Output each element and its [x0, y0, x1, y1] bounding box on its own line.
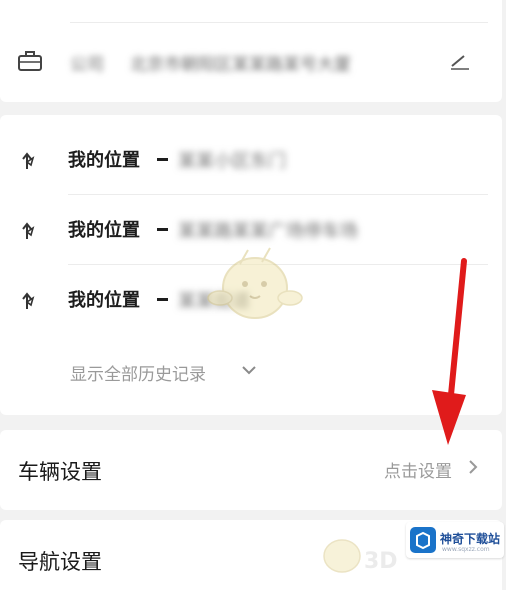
dash — [157, 228, 168, 231]
show-all-history-link[interactable]: 显示全部历史记录 — [70, 360, 206, 385]
site-url: www.sqxzz.com — [442, 546, 490, 553]
history-destination: 某某小区东门 — [178, 151, 286, 172]
site-logo-icon — [410, 527, 436, 553]
divider — [68, 194, 488, 195]
dash — [157, 298, 168, 301]
divider — [70, 22, 488, 23]
route-arrow-icon — [18, 149, 40, 171]
site-name: 神奇下载站 — [440, 532, 501, 546]
chevron-down-icon[interactable] — [240, 361, 258, 379]
history-item[interactable]: 我的位置 某某小区东门 — [0, 129, 502, 189]
dash — [157, 158, 168, 161]
red-arrow-annotation-icon — [420, 255, 480, 455]
work-label: 公司 — [70, 55, 104, 75]
mascot-watermark-icon: 3D — [312, 530, 402, 575]
briefcase-icon — [16, 48, 44, 74]
navigation-settings-title: 导航设置 — [18, 550, 102, 574]
edit-icon[interactable] — [448, 51, 472, 71]
mascot-watermark-icon — [200, 240, 310, 330]
work-address: 北京市朝阳区某某路某号大厦 — [130, 55, 351, 75]
vehicle-settings-title: 车辆设置 — [18, 460, 102, 484]
work-address-card: 公司 北京市朝阳区某某路某号大厦 — [0, 0, 502, 102]
route-arrow-icon — [18, 219, 40, 241]
svg-text:3D: 3D — [364, 549, 398, 574]
chevron-right-icon[interactable] — [466, 457, 480, 477]
vehicle-settings-action[interactable]: 点击设置 — [384, 457, 452, 482]
site-watermark: 神奇下载站 www.sqxzz.com — [406, 522, 504, 558]
route-arrow-icon — [18, 289, 40, 311]
work-address-row[interactable]: 公司 北京市朝阳区某某路某号大厦 — [0, 36, 502, 86]
history-origin: 我的位置 — [68, 290, 140, 311]
history-origin: 我的位置 — [68, 150, 140, 171]
history-origin: 我的位置 — [68, 220, 140, 241]
